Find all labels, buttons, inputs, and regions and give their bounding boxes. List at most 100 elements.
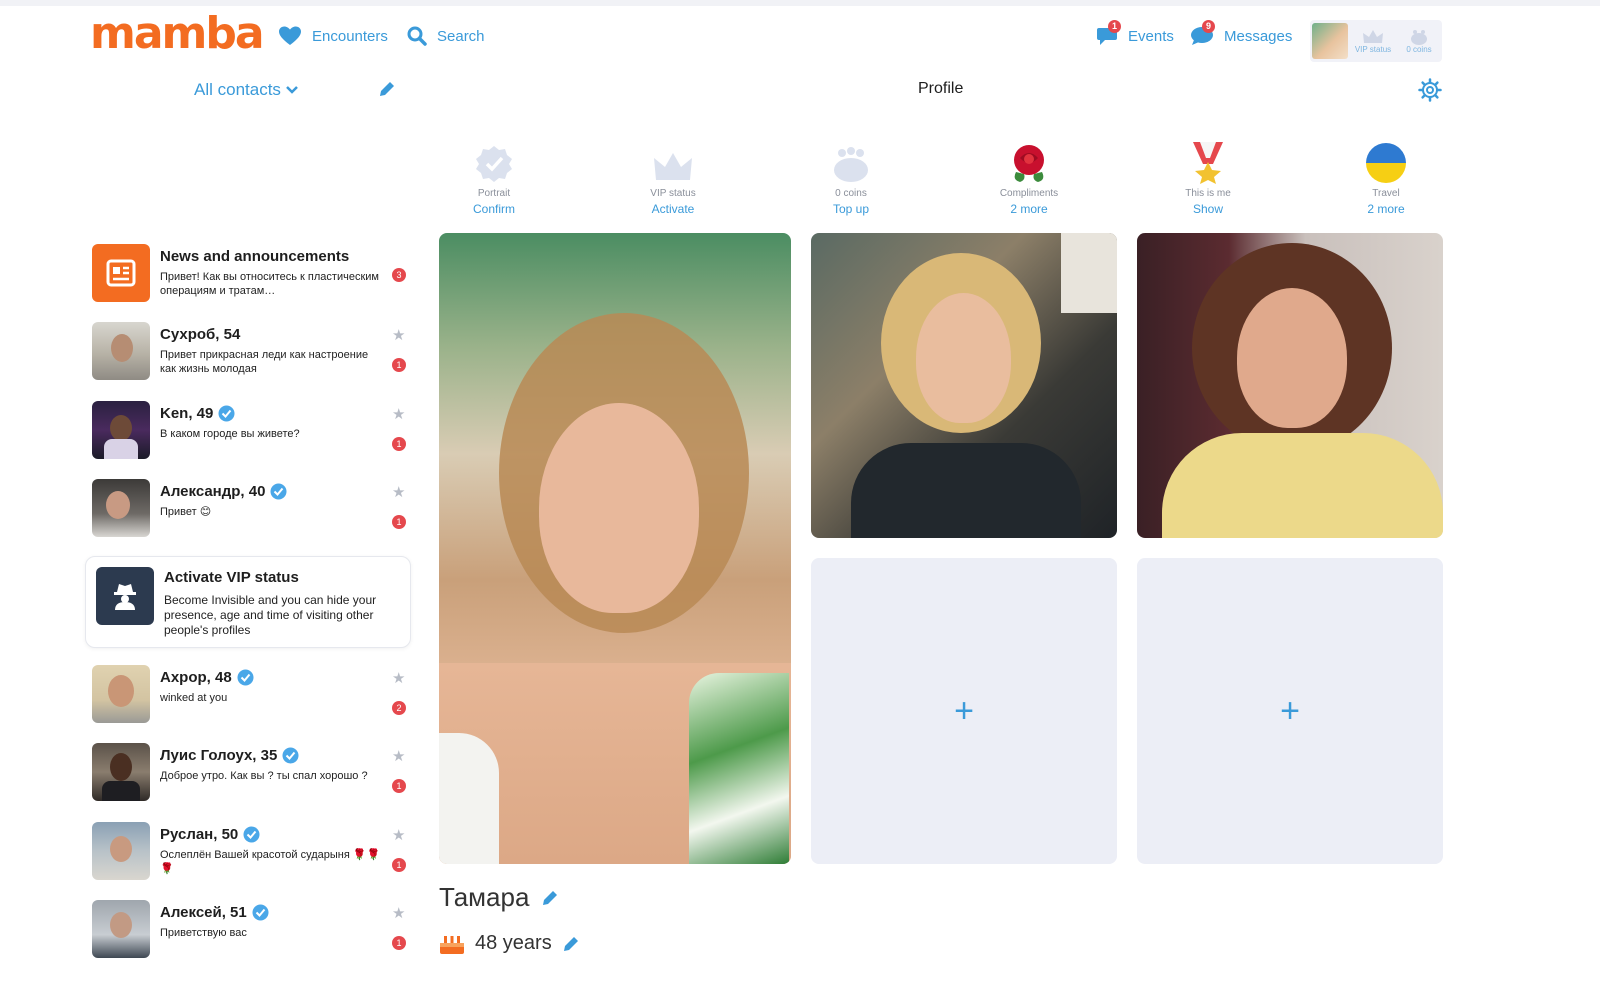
stat-coins[interactable]: 0 coins Top up [781,136,921,216]
birthday-cake-icon [440,935,464,954]
favorite-star-icon[interactable]: ★ [392,405,405,423]
profile-name-row: Тамара [439,882,559,913]
profile-age: 48 years [475,932,552,954]
contact-last-message: Доброе утро. Как вы ? ты спал хорошо ? [160,770,368,782]
settings-button[interactable] [1418,78,1442,107]
stat-action-link[interactable]: 2 more [959,202,1099,216]
favorite-star-icon[interactable]: ★ [392,747,405,765]
vip-promo-card[interactable]: Activate VIP status Become Invisible and… [85,556,411,648]
profile-photo-3[interactable] [1137,233,1443,538]
verified-icon [270,483,287,500]
all-contacts-label: All contacts [194,80,281,99]
stat-label: VIP status [650,188,696,199]
contact-avatar [92,479,150,537]
stat-this-is-me[interactable]: This is me Show [1138,136,1278,216]
favorite-star-icon[interactable]: ★ [392,326,405,344]
contact-name: Ken, 49 [160,405,235,422]
contact-item[interactable]: Сухроб, 54 Привет прикрасная леди как на… [92,322,412,384]
events-badge: 1 [1108,20,1121,33]
stat-vip[interactable]: VIP status Activate [603,136,743,216]
edit-name-pencil-icon[interactable] [541,889,559,907]
contact-item[interactable]: Алексей, 51 Приветствую вас ★ 1 [92,900,412,962]
contact-item[interactable]: Луис Голоух, 35 Доброе утро. Как вы ? ты… [92,743,412,805]
stat-action-link[interactable]: Top up [781,202,921,216]
contact-name-text: News and announcements [160,248,350,265]
stat-action-link[interactable]: 2 more [1316,202,1456,216]
contact-name: Луис Голоух, 35 [160,747,299,764]
contact-name: News and announcements [160,248,349,265]
messages-icon-wrap: 9 [1190,20,1215,46]
contact-news[interactable]: News and announcements Привет! Как вы от… [92,244,412,306]
stat-action-link[interactable]: Activate [603,202,743,216]
main-profile-photo[interactable] [439,233,791,864]
contact-item[interactable]: Ахрор, 48 winked at you ★ 2 [92,665,412,727]
nav-encounters[interactable]: Encounters [278,26,388,46]
favorite-star-icon[interactable]: ★ [392,904,405,922]
nav-events[interactable]: 1 Events [1096,20,1174,46]
unread-count-badge: 1 [392,936,406,950]
contact-item[interactable]: Руслан, 50 Ослеплён Вашей красотой судар… [92,822,412,884]
rose-icon [1014,145,1044,182]
vip-promo-description: Become Invisible and you can hide your p… [164,593,377,637]
plus-icon: + [1280,691,1300,730]
vip-promo-icon-box [96,567,154,625]
contact-name-text: Ахрор, 48 [160,669,232,686]
unread-count-badge: 1 [392,858,406,872]
add-photo-slot[interactable]: + [811,558,1117,864]
stat-portrait[interactable]: Portrait Confirm [424,136,564,216]
search-icon [407,26,427,46]
contact-name-text: Александр, 40 [160,483,266,500]
stat-action-link[interactable]: Confirm [424,202,564,216]
badge-check-icon [476,146,512,182]
unread-count-badge: 1 [392,358,406,372]
mini-coins-label: 0 coins [1406,44,1432,54]
profile-name: Тамара [439,882,530,912]
verified-icon [218,405,235,422]
contact-avatar [92,822,150,880]
nav-messages[interactable]: 9 Messages [1190,20,1292,46]
mini-coins[interactable]: 0 coins [1398,29,1440,54]
contact-last-message: winked at you [160,692,228,704]
nav-search[interactable]: Search [407,26,485,46]
coin-bag-icon [1411,29,1427,45]
verified-icon [237,669,254,686]
unread-count-badge: 2 [392,701,406,715]
contact-name: Руслан, 50 [160,826,260,843]
stat-label: Travel [1372,188,1400,199]
contact-last-message: Привет! Как вы относитесь к пластическим… [160,271,379,297]
edit-contacts-button[interactable] [378,80,396,103]
verified-icon [252,904,269,921]
user-avatar[interactable] [1312,23,1348,59]
contact-item[interactable]: Александр, 40 Привет 😊 ★ 1 [92,479,412,541]
favorite-star-icon[interactable]: ★ [392,669,405,687]
events-icon-wrap: 1 [1096,20,1121,46]
mamba-logo[interactable]: mamba [90,12,265,56]
favorite-star-icon[interactable]: ★ [392,483,405,501]
messages-badge: 9 [1202,20,1215,33]
all-contacts-dropdown[interactable]: All contacts [194,80,299,100]
contact-name-text: Сухроб, 54 [160,326,241,343]
edit-age-pencil-icon[interactable] [562,935,580,953]
contact-last-message: Приветствую вас [160,927,247,939]
profile-age-row: 48 years [439,932,580,955]
favorite-star-icon[interactable]: ★ [392,826,405,844]
mini-vip-status[interactable]: VIP status [1352,29,1394,54]
ukraine-flag-icon [1366,143,1406,183]
contact-avatar [92,665,150,723]
incognito-icon [114,584,136,610]
add-photo-slot[interactable]: + [1137,558,1443,864]
user-menu[interactable]: VIP status 0 coins [1310,20,1442,62]
medal-icon [1193,142,1223,184]
crown-icon [654,153,692,180]
profile-title: Profile [918,80,964,97]
contact-item[interactable]: Ken, 49 В каком городе вы живете? ★ 1 [92,401,412,463]
stat-travel[interactable]: Travel 2 more [1316,136,1456,216]
stat-compliments[interactable]: Compliments 2 more [959,136,1099,216]
mini-vip-label: VIP status [1354,44,1392,54]
contact-avatar [92,322,150,380]
profile-photo-2[interactable] [811,233,1117,538]
stat-action-link[interactable]: Show [1138,202,1278,216]
contact-avatar [92,900,150,958]
coin-bag-icon [834,147,868,182]
heart-icon [279,26,301,45]
